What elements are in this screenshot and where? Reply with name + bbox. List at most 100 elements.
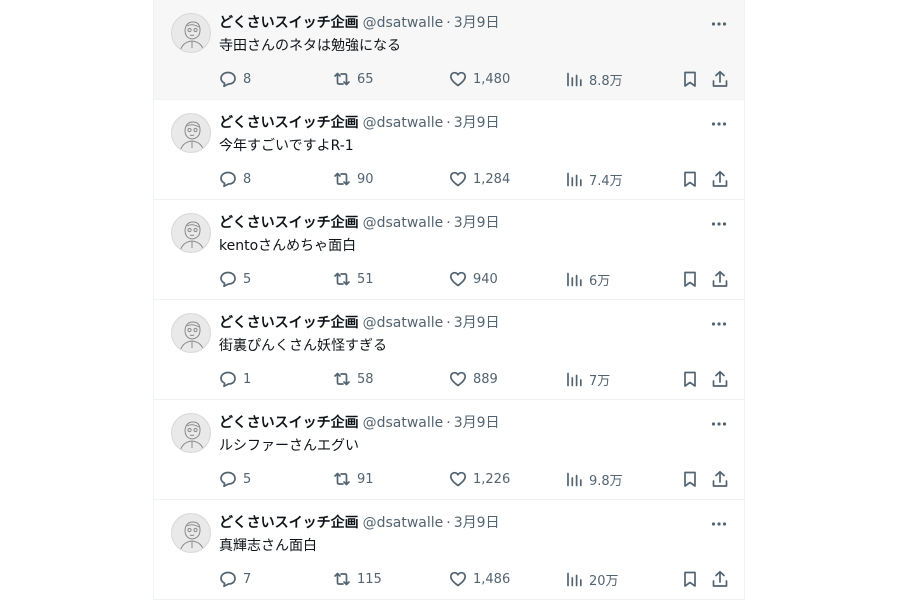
bookmark-icon bbox=[684, 371, 696, 387]
share-button[interactable] bbox=[711, 469, 729, 489]
reply-button[interactable]: 5 bbox=[219, 269, 251, 289]
retweet-button[interactable]: 51 bbox=[333, 269, 374, 289]
share-icon bbox=[712, 270, 728, 287]
display-name[interactable]: どくさいスイッチ企画 bbox=[219, 513, 359, 533]
share-button[interactable] bbox=[711, 269, 729, 289]
bookmark-button[interactable] bbox=[681, 369, 699, 389]
like-button[interactable]: 940 bbox=[449, 269, 498, 289]
user-handle[interactable]: @dsatwalle bbox=[363, 113, 444, 133]
tweet-text: 寺田さんのネタは勉強になる bbox=[219, 38, 401, 54]
like-button[interactable]: 1,226 bbox=[449, 469, 510, 489]
views-icon bbox=[567, 172, 582, 187]
tweet[interactable]: どくさいスイッチ企画 @dsatwalle · 3月9日 kentoさんめちゃ面… bbox=[154, 200, 744, 300]
display-name[interactable]: どくさいスイッチ企画 bbox=[219, 113, 359, 133]
views-button[interactable]: 9.8万 bbox=[565, 469, 623, 489]
user-handle[interactable]: @dsatwalle bbox=[363, 513, 444, 533]
user-handle[interactable]: @dsatwalle bbox=[363, 413, 444, 433]
reply-button[interactable]: 1 bbox=[219, 369, 251, 389]
tweet-date[interactable]: 3月9日 bbox=[454, 13, 500, 33]
retweet-button[interactable]: 90 bbox=[333, 169, 374, 189]
user-handle[interactable]: @dsatwalle bbox=[363, 313, 444, 333]
like-count: 940 bbox=[473, 271, 498, 287]
tweet-date[interactable]: 3月9日 bbox=[454, 213, 500, 233]
tweet-actions: 5 51 940 6万 bbox=[219, 269, 730, 289]
bookmark-button[interactable] bbox=[681, 269, 699, 289]
display-name[interactable]: どくさいスイッチ企画 bbox=[219, 413, 359, 433]
views-icon bbox=[567, 372, 582, 387]
avatar[interactable] bbox=[171, 13, 211, 53]
retweet-count: 65 bbox=[357, 71, 374, 87]
views-button[interactable]: 8.8万 bbox=[565, 69, 623, 89]
share-button[interactable] bbox=[711, 369, 729, 389]
retweet-icon bbox=[334, 72, 350, 86]
tweet[interactable]: どくさいスイッチ企画 @dsatwalle · 3月9日 ルシファーさんエグい … bbox=[154, 400, 744, 500]
avatar[interactable] bbox=[171, 113, 211, 153]
tweet[interactable]: どくさいスイッチ企画 @dsatwalle · 3月9日 真輝志さん面白 7 1… bbox=[154, 500, 744, 600]
more-button[interactable] bbox=[708, 313, 730, 335]
share-button[interactable] bbox=[711, 69, 729, 89]
views-button[interactable]: 6万 bbox=[565, 269, 610, 289]
like-count: 889 bbox=[473, 371, 498, 387]
retweet-button[interactable]: 65 bbox=[333, 69, 374, 89]
bookmark-button[interactable] bbox=[681, 169, 699, 189]
avatar[interactable] bbox=[171, 413, 211, 453]
more-button[interactable] bbox=[708, 113, 730, 135]
bookmark-button[interactable] bbox=[681, 469, 699, 489]
retweet-button[interactable]: 58 bbox=[333, 369, 374, 389]
tweet-date[interactable]: 3月9日 bbox=[454, 513, 500, 533]
share-button[interactable] bbox=[711, 569, 729, 589]
retweet-icon bbox=[334, 172, 350, 186]
avatar-sketch-icon bbox=[179, 221, 205, 252]
bookmark-button[interactable] bbox=[681, 69, 699, 89]
display-name[interactable]: どくさいスイッチ企画 bbox=[219, 313, 359, 333]
tweet-header: どくさいスイッチ企画 @dsatwalle · 3月9日 bbox=[219, 113, 704, 133]
bookmark-button[interactable] bbox=[681, 569, 699, 589]
share-icon bbox=[712, 70, 728, 87]
tweet-text: 真輝志さん面白 bbox=[219, 538, 317, 554]
reply-button[interactable]: 5 bbox=[219, 469, 251, 489]
reply-button[interactable]: 8 bbox=[219, 169, 251, 189]
retweet-count: 51 bbox=[357, 271, 374, 287]
more-icon bbox=[711, 122, 727, 126]
user-handle[interactable]: @dsatwalle bbox=[363, 13, 444, 33]
share-button[interactable] bbox=[711, 169, 729, 189]
avatar[interactable] bbox=[171, 313, 211, 353]
reply-button[interactable]: 8 bbox=[219, 69, 251, 89]
like-icon bbox=[449, 371, 467, 387]
tweet-text: 今年すごいですよR-1 bbox=[219, 138, 354, 154]
like-button[interactable]: 889 bbox=[449, 369, 498, 389]
tweet-header: どくさいスイッチ企画 @dsatwalle · 3月9日 bbox=[219, 313, 704, 333]
timeline: どくさいスイッチ企画 @dsatwalle · 3月9日 寺田さんのネタは勉強に… bbox=[153, 0, 745, 600]
more-button[interactable] bbox=[708, 13, 730, 35]
like-button[interactable]: 1,486 bbox=[449, 569, 510, 589]
views-icon bbox=[567, 272, 582, 287]
tweet[interactable]: どくさいスイッチ企画 @dsatwalle · 3月9日 今年すごいですよR-1… bbox=[154, 100, 744, 200]
bookmark-icon bbox=[684, 171, 696, 187]
retweet-button[interactable]: 91 bbox=[333, 469, 374, 489]
reply-button[interactable]: 7 bbox=[219, 569, 251, 589]
retweet-button[interactable]: 115 bbox=[333, 569, 382, 589]
views-button[interactable]: 7.4万 bbox=[565, 169, 623, 189]
like-count: 1,486 bbox=[473, 571, 511, 587]
bookmark-icon bbox=[684, 471, 696, 487]
tweet[interactable]: どくさいスイッチ企画 @dsatwalle · 3月9日 寺田さんのネタは勉強に… bbox=[154, 0, 744, 100]
tweet-date[interactable]: 3月9日 bbox=[454, 313, 500, 333]
tweet[interactable]: どくさいスイッチ企画 @dsatwalle · 3月9日 街裏ぴんくさん妖怪すぎ… bbox=[154, 300, 744, 400]
more-button[interactable] bbox=[708, 513, 730, 535]
more-button[interactable] bbox=[708, 213, 730, 235]
display-name[interactable]: どくさいスイッチ企画 bbox=[219, 213, 359, 233]
tweet-actions: 8 65 1,480 8.8万 bbox=[219, 69, 730, 89]
separator-dot: · bbox=[446, 15, 451, 31]
views-button[interactable]: 20万 bbox=[565, 569, 619, 589]
views-icon bbox=[567, 472, 582, 487]
more-button[interactable] bbox=[708, 413, 730, 435]
display-name[interactable]: どくさいスイッチ企画 bbox=[219, 13, 359, 33]
avatar[interactable] bbox=[171, 513, 211, 553]
tweet-date[interactable]: 3月9日 bbox=[454, 113, 500, 133]
user-handle[interactable]: @dsatwalle bbox=[363, 213, 444, 233]
like-button[interactable]: 1,480 bbox=[449, 69, 510, 89]
tweet-date[interactable]: 3月9日 bbox=[454, 413, 500, 433]
like-button[interactable]: 1,284 bbox=[449, 169, 510, 189]
avatar[interactable] bbox=[171, 213, 211, 253]
views-button[interactable]: 7万 bbox=[565, 369, 610, 389]
